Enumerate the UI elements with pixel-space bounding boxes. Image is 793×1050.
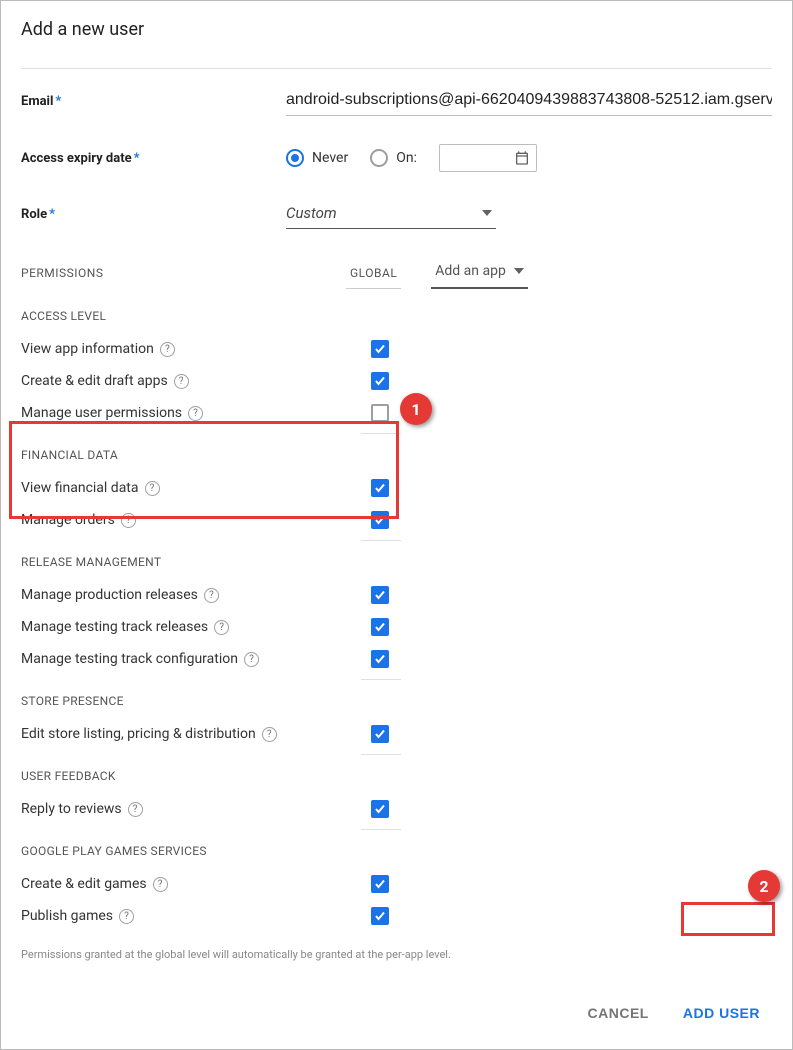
perm-view-app-info: View app information? (21, 333, 772, 365)
help-icon[interactable]: ? (145, 481, 160, 496)
expiry-label: Access expiry date* (21, 151, 286, 166)
section-release-mgmt: RELEASE MANAGEMENT (21, 555, 772, 569)
role-select[interactable]: Custom (286, 200, 496, 229)
perm-edit-store-listing: Edit store listing, pricing & distributi… (21, 718, 772, 750)
role-label: Role* (21, 207, 286, 222)
help-icon[interactable]: ? (174, 374, 189, 389)
required-mark: * (55, 94, 61, 109)
checkbox-manage-user-perms[interactable] (371, 404, 389, 422)
expiry-row: Access expiry date* Never On: (21, 144, 772, 172)
divider (361, 679, 401, 680)
calendar-icon (514, 150, 530, 166)
section-games-services: GOOGLE PLAY GAMES SERVICES (21, 844, 772, 858)
checkbox-view-app-info[interactable] (371, 340, 389, 358)
perm-create-edit-drafts: Create & edit draft apps? (21, 365, 772, 397)
help-icon[interactable]: ? (153, 877, 168, 892)
help-icon[interactable]: ? (188, 406, 203, 421)
perm-manage-prod-rel: Manage production releases? (21, 579, 772, 611)
add-user-dialog: Add a new user Email* Access expiry date… (0, 0, 793, 1050)
divider (361, 754, 401, 755)
divider (361, 540, 401, 541)
perm-publish-games: Publish games? (21, 900, 772, 932)
help-icon[interactable]: ? (262, 727, 277, 742)
expiry-on-option[interactable]: On: (370, 149, 417, 167)
help-icon[interactable]: ? (204, 588, 219, 603)
divider (361, 829, 401, 830)
checkbox-edit-store-listing[interactable] (371, 725, 389, 743)
permissions-header: PERMISSIONS GLOBAL Add an app (21, 257, 772, 289)
perm-manage-test-rel: Manage testing track releases? (21, 611, 772, 643)
perm-create-edit-games: Create & edit games? (21, 868, 772, 900)
help-icon[interactable]: ? (128, 802, 143, 817)
help-icon[interactable]: ? (244, 652, 259, 667)
tab-global[interactable]: GLOBAL (346, 258, 401, 289)
add-user-button[interactable]: ADD USER (671, 997, 772, 1029)
divider (21, 68, 772, 69)
checkbox-manage-orders[interactable] (371, 511, 389, 529)
expiry-radio-group: Never On: (286, 144, 537, 172)
chevron-down-icon (482, 210, 492, 216)
help-icon[interactable]: ? (160, 342, 175, 357)
cancel-button[interactable]: CANCEL (576, 997, 661, 1029)
chevron-down-icon (514, 268, 524, 274)
help-icon[interactable]: ? (119, 909, 134, 924)
radio-unselected-icon (370, 149, 388, 167)
perm-manage-orders: Manage orders? (21, 504, 772, 536)
checkbox-create-edit-drafts[interactable] (371, 372, 389, 390)
checkbox-view-financial[interactable] (371, 479, 389, 497)
checkbox-create-edit-games[interactable] (371, 875, 389, 893)
help-icon[interactable]: ? (121, 513, 136, 528)
checkbox-manage-test-cfg[interactable] (371, 650, 389, 668)
expiry-date-input[interactable] (439, 144, 537, 172)
permissions-label: PERMISSIONS (21, 266, 316, 280)
checkbox-publish-games[interactable] (371, 907, 389, 925)
radio-selected-icon (286, 149, 304, 167)
email-label: Email* (21, 94, 286, 109)
perm-manage-user-perms: Manage user permissions? (21, 397, 772, 429)
expiry-never-option[interactable]: Never (286, 149, 348, 167)
footnote: Permissions granted at the global level … (21, 948, 772, 961)
tab-add-app[interactable]: Add an app (431, 257, 528, 289)
perm-manage-test-cfg: Manage testing track configuration? (21, 643, 772, 675)
perm-reply-reviews: Reply to reviews? (21, 793, 772, 825)
checkbox-manage-prod-rel[interactable] (371, 586, 389, 604)
checkbox-manage-test-rel[interactable] (371, 618, 389, 636)
button-row: CANCEL ADD USER (21, 997, 772, 1029)
section-access-level: ACCESS LEVEL (21, 309, 772, 323)
section-financial-data: FINANCIAL DATA (21, 448, 772, 462)
required-mark: * (49, 207, 55, 222)
dialog-title: Add a new user (21, 19, 772, 40)
email-row: Email* (21, 87, 772, 116)
help-icon[interactable]: ? (214, 620, 229, 635)
perm-view-financial: View financial data? (21, 472, 772, 504)
role-row: Role* Custom (21, 200, 772, 229)
section-user-feedback: USER FEEDBACK (21, 769, 772, 783)
checkbox-reply-reviews[interactable] (371, 800, 389, 818)
required-mark: * (134, 151, 140, 166)
divider (361, 433, 401, 434)
section-store-presence: STORE PRESENCE (21, 694, 772, 708)
email-field[interactable] (286, 87, 772, 116)
